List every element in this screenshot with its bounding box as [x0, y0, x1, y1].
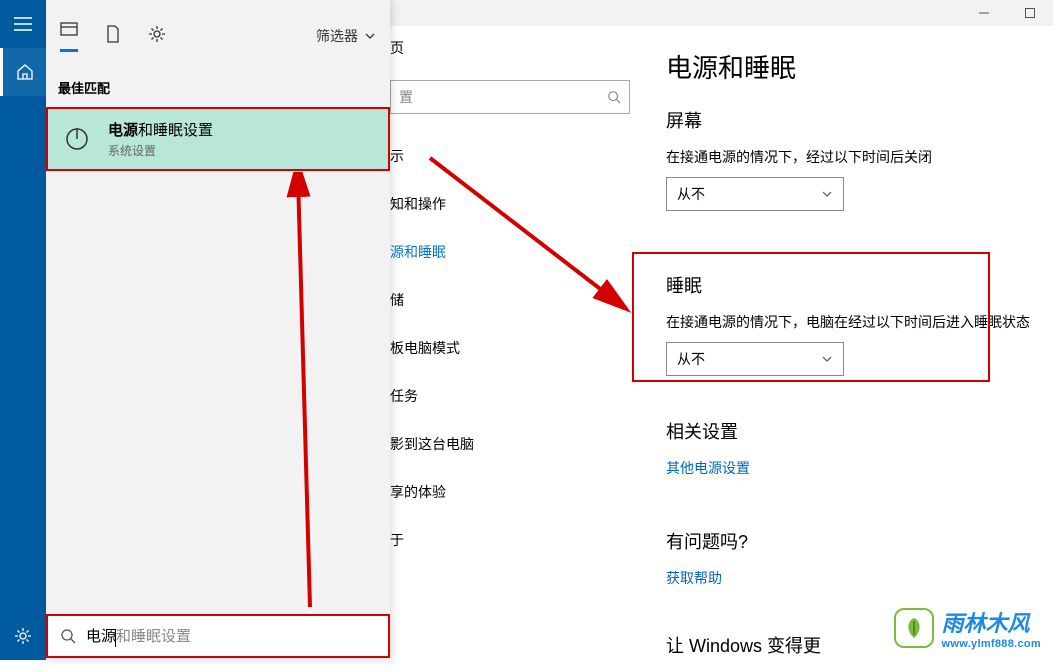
screen-heading: 屏幕 [666, 107, 1053, 133]
power-icon [60, 122, 94, 156]
result-text: 电源和睡眠设置 系统设置 [108, 119, 213, 159]
search-icon [60, 628, 76, 644]
search-panel: 筛选器 最佳匹配 电源和睡眠设置 系统设置 电源和睡眠设置 [46, 0, 390, 660]
search-input-text: 电源和睡眠设置 [86, 625, 191, 646]
search-result-power-sleep[interactable]: 电源和睡眠设置 系统设置 [46, 107, 390, 171]
nav-notifications[interactable]: 知和操作 [390, 180, 460, 228]
maximize-button[interactable] [1007, 0, 1053, 26]
tab-documents-icon[interactable] [104, 25, 122, 48]
nav-power-sleep[interactable]: 源和睡眠 [390, 228, 460, 276]
chevron-down-icon [364, 30, 376, 42]
screen-timeout-dropdown[interactable]: 从不 [666, 177, 844, 211]
hamburger-icon[interactable] [0, 0, 46, 48]
improve-heading: 让 Windows 变得更 [666, 632, 821, 658]
nav-about[interactable]: 于 [390, 516, 460, 564]
nav-tablet-mode[interactable]: 板电脑模式 [390, 324, 460, 372]
filter-label: 筛选器 [316, 26, 358, 46]
search-input[interactable]: 电源和睡眠设置 [46, 614, 390, 658]
watermark-text: 雨林木风 www.ylmf888.com [942, 606, 1041, 650]
watermark-leaf-icon [894, 608, 934, 648]
result-title: 电源和睡眠设置 [108, 119, 213, 140]
result-subtitle: 系统设置 [108, 142, 213, 159]
related-heading: 相关设置 [666, 418, 750, 444]
tab-settings-icon[interactable] [148, 25, 166, 48]
window-controls [961, 0, 1053, 26]
search-icon [607, 90, 621, 104]
chevron-down-icon [821, 188, 833, 200]
nav-multitasking[interactable]: 任务 [390, 372, 460, 420]
help-heading: 有问题吗? [666, 528, 748, 554]
taskbar-sidebar [0, 0, 46, 660]
search-tabs: 筛选器 [46, 0, 390, 72]
other-power-settings-link[interactable]: 其他电源设置 [666, 458, 750, 478]
minimize-button[interactable] [961, 0, 1007, 26]
search-box-wrap: 电源和睡眠设置 [46, 614, 390, 658]
nav-home[interactable]: 页 [390, 26, 460, 70]
nav-shared[interactable]: 享的体验 [390, 468, 460, 516]
screen-label: 在接通电源的情况下，经过以下时间后关闭 [666, 147, 1053, 167]
nav-display[interactable]: 示 [390, 132, 460, 180]
improve-section: 让 Windows 变得更 [666, 618, 821, 672]
watermark-cn: 雨林木风 [942, 606, 1041, 638]
best-match-header: 最佳匹配 [46, 72, 390, 103]
tab-recent-icon[interactable] [60, 20, 78, 52]
home-icon[interactable] [0, 48, 46, 96]
get-help-link[interactable]: 获取帮助 [666, 568, 748, 588]
annotation-highlight-sleep [632, 252, 990, 382]
settings-gear-icon[interactable] [0, 612, 46, 660]
related-section: 相关设置 其他电源设置 [666, 404, 750, 478]
dropdown-value: 从不 [677, 184, 705, 204]
nav-projecting[interactable]: 影到这台电脑 [390, 420, 460, 468]
watermark-url: www.ylmf888.com [942, 638, 1041, 650]
settings-nav-fragment: 页 置 示 知和操作 源和睡眠 储 板电脑模式 任务 影到这台电脑 享的体验 于 [390, 26, 460, 660]
help-section: 有问题吗? 获取帮助 [666, 514, 748, 588]
settings-search-fragment[interactable]: 置 [390, 80, 630, 114]
main-content: 电源和睡眠 屏幕 在接通电源的情况下，经过以下时间后关闭 从不 [666, 48, 1053, 211]
search-filter[interactable]: 筛选器 [316, 26, 376, 46]
watermark: 雨林木风 www.ylmf888.com [888, 606, 1047, 650]
page-title: 电源和睡眠 [666, 48, 1053, 85]
nav-storage[interactable]: 储 [390, 276, 460, 324]
